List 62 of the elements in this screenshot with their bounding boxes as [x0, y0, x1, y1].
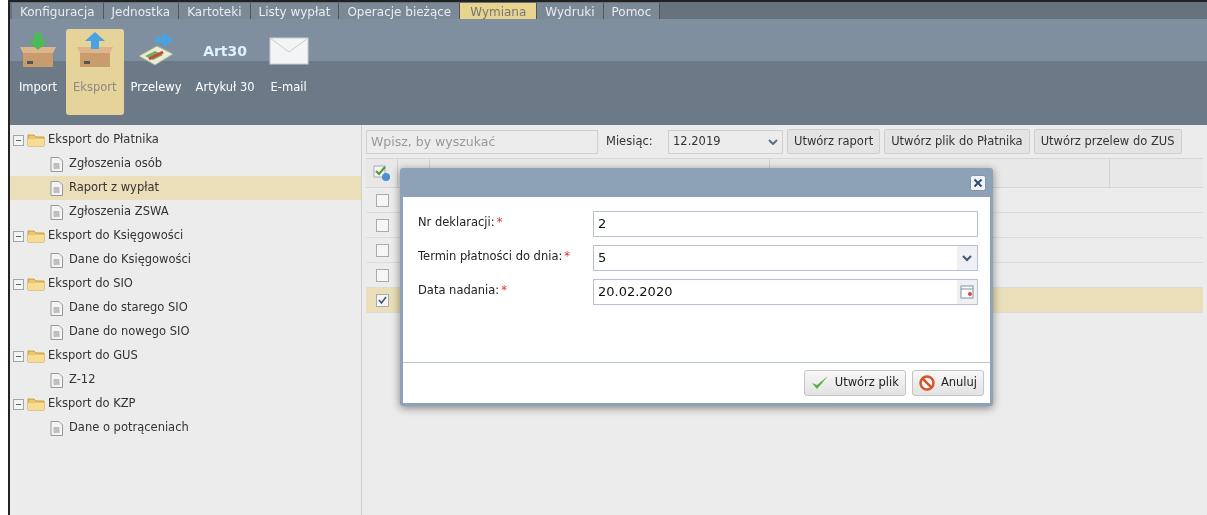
collapse-icon[interactable]	[13, 350, 24, 362]
row-checkbox[interactable]	[375, 243, 389, 257]
document-icon	[50, 324, 63, 340]
toolbar-button[interactable]: Utwórz raport	[787, 129, 881, 154]
document-icon	[50, 420, 63, 436]
document-icon	[50, 204, 63, 220]
document-icon	[50, 180, 63, 196]
cancel-icon	[918, 375, 935, 391]
tree-item[interactable]: Eksport do Płatnika	[10, 128, 361, 152]
box-download-icon	[17, 32, 59, 70]
tree-item[interactable]: Raport z wypłat	[10, 176, 361, 200]
folder-icon	[27, 229, 45, 243]
tree-item[interactable]: Dane do starego SIO	[10, 296, 361, 320]
field-label: Nr deklaracji: *	[418, 214, 504, 231]
collapse-icon[interactable]	[13, 134, 24, 146]
input-field[interactable]: 20.02.2020	[593, 279, 978, 305]
tree-item[interactable]: Zgłoszenia osób	[10, 152, 361, 176]
toolbar-button[interactable]: Utwórz plik do Płatnika	[884, 129, 1030, 154]
folder-icon	[27, 133, 45, 147]
toolbar-button[interactable]: Utwórz przelew do ZUS	[1033, 129, 1182, 154]
toolbar-button[interactable]: Import	[10, 29, 66, 115]
calendar-icon[interactable]	[957, 280, 977, 304]
row-checkbox[interactable]	[375, 293, 389, 307]
document-icon	[50, 252, 63, 268]
search-field[interactable]: Wpisz, by wyszukać	[366, 129, 598, 154]
month-label: Miesiąc:	[606, 132, 654, 150]
input-field[interactable]: 5	[593, 245, 978, 271]
envelope-icon	[268, 37, 309, 65]
field-label: Data nadania: *	[418, 282, 508, 299]
tree-item[interactable]: Eksport do Księgowości	[10, 224, 361, 248]
tree-item[interactable]: Eksport do GUS	[10, 344, 361, 368]
tree-item[interactable]: Dane do Księgowości	[10, 248, 361, 272]
toolbar-button[interactable]: Przelewy	[123, 29, 189, 115]
close-icon[interactable]	[970, 174, 986, 191]
collapse-icon[interactable]	[13, 230, 24, 242]
document-icon	[50, 372, 63, 388]
collapse-icon[interactable]	[13, 278, 24, 290]
folder-icon	[27, 397, 45, 411]
dialog-button[interactable]: Anuluj	[911, 370, 984, 396]
toolbar-button[interactable]: Art30 Artykuł 30	[188, 29, 262, 115]
tree-item[interactable]: Dane do nowego SIO	[10, 320, 361, 344]
row-checkbox[interactable]	[375, 193, 389, 207]
art-logo-icon: Art30	[203, 40, 248, 62]
row-checkbox[interactable]	[375, 268, 389, 282]
document-icon	[50, 300, 63, 316]
tree-item[interactable]: Eksport do KZP	[10, 392, 361, 416]
select-all-icon[interactable]	[372, 164, 391, 182]
document-icon	[50, 156, 63, 172]
tree-item[interactable]: Eksport do SIO	[10, 272, 361, 296]
toolbar-button[interactable]: E-mail	[261, 29, 316, 115]
row-checkbox[interactable]	[375, 218, 389, 232]
input-field[interactable]: 2	[593, 211, 978, 237]
checkmark-icon	[810, 375, 829, 391]
field-label: Termin płatności do dnia: *	[418, 248, 572, 265]
folder-icon	[27, 277, 45, 291]
collapse-icon[interactable]	[13, 398, 24, 410]
tree-item[interactable]: Zgłoszenia ZSWA	[10, 200, 361, 224]
tree-item[interactable]: Z-12	[10, 368, 361, 392]
tree-item[interactable]: Dane o potrąceniach	[10, 416, 361, 440]
dialog-button[interactable]: Utwórz plik	[803, 370, 906, 396]
month-select[interactable]: 12.2019	[668, 129, 783, 154]
folder-icon	[27, 349, 45, 363]
